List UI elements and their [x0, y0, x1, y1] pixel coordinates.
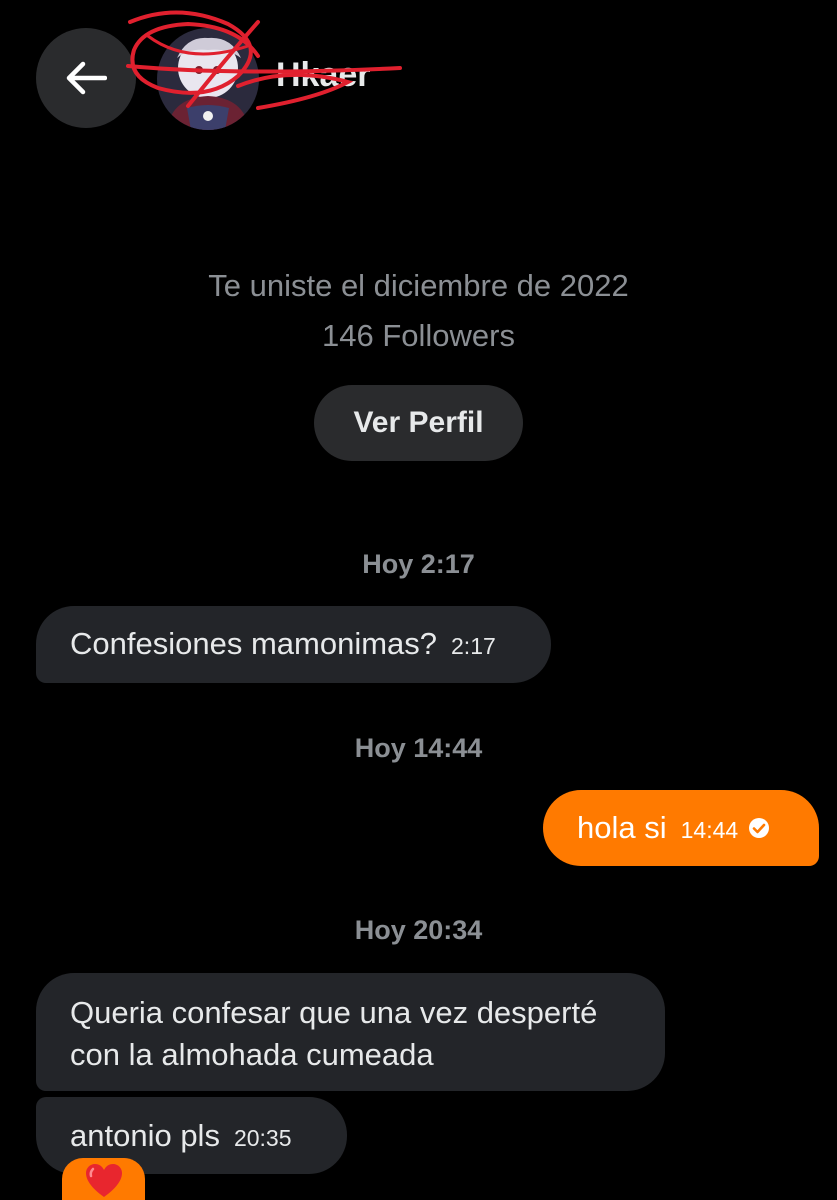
- arrow-left-icon: [66, 61, 107, 95]
- day-timestamp: Hoy 2:17: [362, 549, 475, 579]
- message-reaction[interactable]: [62, 1158, 145, 1200]
- view-profile-button[interactable]: Ver Perfil: [314, 385, 523, 461]
- message-bubble-incoming[interactable]: Queria confesar que una vez desperté con…: [36, 973, 665, 1091]
- avatar[interactable]: [157, 28, 259, 130]
- heart-icon: [85, 1164, 122, 1197]
- day-timestamp: Hoy 14:44: [354, 733, 483, 763]
- message-time: 2:17: [451, 633, 496, 659]
- message-time: 20:35: [233, 1125, 292, 1151]
- message-bubble-incoming[interactable]: Confesiones mamonimas? 2:17: [36, 606, 551, 683]
- message-time: 14:44: [680, 817, 739, 843]
- message-text: antonio pls: [70, 1118, 220, 1153]
- check-circle-icon: [749, 817, 770, 838]
- message-text: Confesiones mamonimas?: [70, 626, 438, 661]
- day-timestamp: Hoy 20:34: [354, 915, 483, 945]
- username[interactable]: Hkaer: [276, 56, 371, 95]
- joined-date: Te uniste el diciembre de 2022: [208, 268, 629, 303]
- back-button[interactable]: [36, 28, 136, 128]
- message-text-line: Queria confesar que una vez desperté: [70, 995, 598, 1030]
- avatar-image: [157, 28, 259, 130]
- follower-count: 146 Followers: [322, 318, 515, 353]
- message-bubble-outgoing[interactable]: hola si 14:44: [543, 790, 819, 866]
- message-text: hola si: [577, 810, 667, 845]
- message-text-line: con la almohada cumeada: [70, 1037, 434, 1072]
